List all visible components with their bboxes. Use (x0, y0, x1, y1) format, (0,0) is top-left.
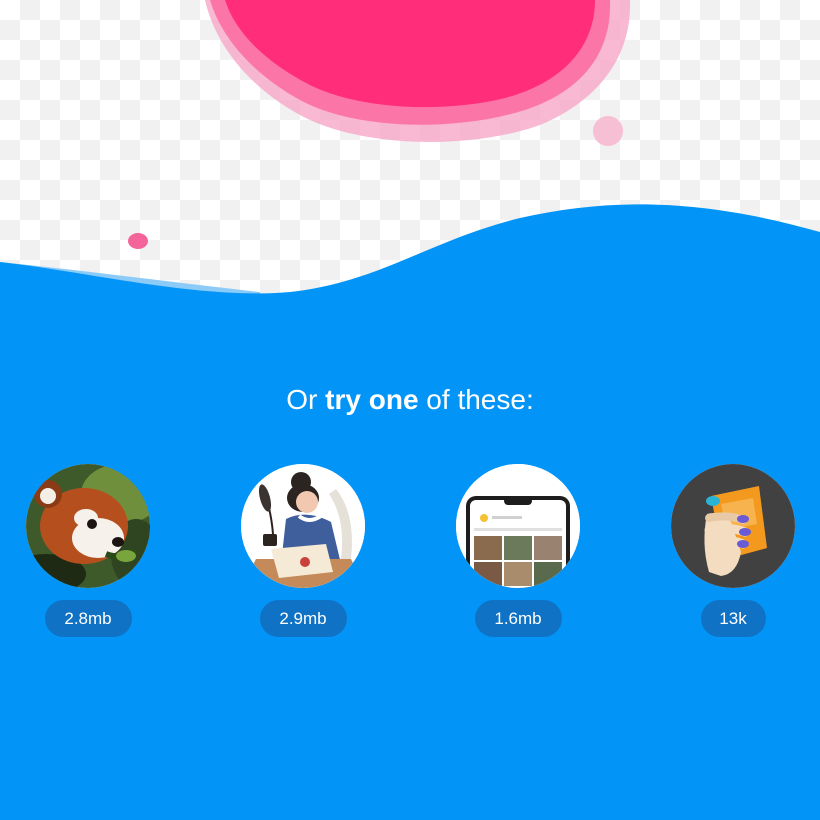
red-panda-photo-icon[interactable] (26, 464, 150, 588)
hand-vector-graphic-icon[interactable] (671, 464, 795, 588)
heading-emphasis: try one (325, 384, 419, 415)
heading-prefix: Or (286, 384, 326, 415)
file-size-badge: 1.6mb (474, 600, 562, 637)
sample-svg-hand[interactable]: 13k (670, 464, 796, 639)
sample-image-list: 2.8mb 2.9mb 1.6mb 13k (0, 464, 820, 644)
sample-illustration[interactable]: 2.9mb (240, 464, 366, 639)
file-size-badge: 13k (700, 600, 766, 637)
writing-woman-illustration-icon[interactable] (241, 464, 365, 588)
pink-dot-large (593, 116, 623, 146)
sample-red-panda[interactable]: 2.8mb (25, 464, 151, 639)
file-size-badge: 2.9mb (259, 600, 347, 637)
phone-screenshot-icon[interactable] (456, 464, 580, 588)
heading-suffix: of these: (418, 384, 534, 415)
file-size-badge: 2.8mb (44, 600, 132, 637)
pink-dot-small (128, 233, 148, 249)
try-one-heading: Or try one of these: (0, 382, 820, 418)
sample-device-screen[interactable]: 1.6mb (455, 464, 581, 639)
